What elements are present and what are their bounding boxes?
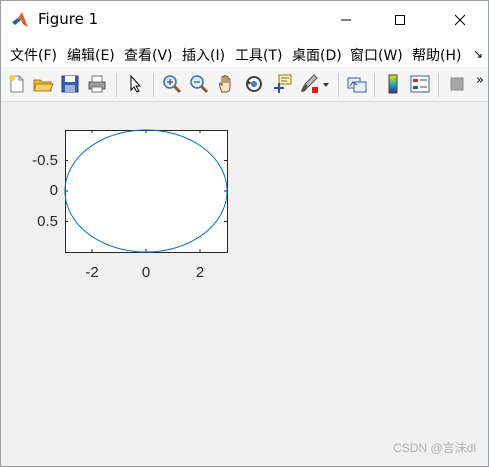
menu-window[interactable]: 窗口(W) (350, 45, 403, 65)
menu-bar: 文件(F) 编辑(E) 查看(V) 插入(I) 工具(T) 桌面(D) 窗口(W… (1, 39, 488, 67)
brush-icon[interactable] (298, 73, 320, 95)
brush-dropdown-icon[interactable] (321, 73, 331, 95)
menu-edit[interactable]: 编辑(E) (67, 45, 115, 65)
toolbar-separator (338, 73, 339, 97)
menu-tools[interactable]: 工具(T) (235, 45, 282, 65)
toolbar-overflow-icon[interactable]: » (476, 73, 484, 88)
toolbar-separator (153, 73, 154, 97)
menu-view[interactable]: 查看(V) (124, 45, 173, 65)
figure-canvas: -2 0 2 -0.5 0 0.5 (1, 102, 488, 466)
maximize-icon (395, 15, 405, 25)
y-tick-label: -0.5 (32, 151, 58, 169)
link-plot-icon[interactable] (346, 73, 368, 95)
figure-window: Figure 1 文件(F) 编辑(E) 查看(V) 插入(I) 工具(T) 桌… (0, 0, 489, 467)
minimize-icon (341, 19, 351, 21)
pan-hand-icon[interactable] (216, 73, 238, 95)
pointer-icon[interactable] (125, 73, 147, 95)
new-figure-icon[interactable] (6, 73, 28, 95)
colorbar-icon[interactable] (382, 73, 404, 95)
legend-icon[interactable] (409, 73, 431, 95)
watermark-text: CSDN @言沫dl (393, 441, 476, 455)
menu-overflow-icon[interactable]: ↘ (473, 47, 483, 61)
toolbar-separator (116, 73, 117, 97)
x-tick-label: -2 (85, 264, 99, 281)
minimize-button[interactable] (323, 1, 369, 39)
title-bar[interactable]: Figure 1 (1, 1, 488, 39)
y-tick-label: 0 (49, 182, 58, 199)
x-tick-label: 2 (195, 264, 205, 281)
menu-insert[interactable]: 插入(I) (182, 45, 225, 65)
print-icon[interactable] (86, 73, 108, 95)
zoom-in-icon[interactable] (161, 73, 183, 95)
zoom-out-icon[interactable] (188, 73, 210, 95)
save-icon[interactable] (59, 73, 81, 95)
y-tick-label: 0.5 (37, 212, 58, 230)
menu-help[interactable]: 帮助(H) (412, 45, 461, 65)
window-title: Figure 1 (38, 10, 99, 28)
open-file-icon[interactable] (32, 73, 54, 95)
matlab-logo-icon (12, 12, 28, 27)
toolbar: » (1, 67, 488, 102)
toolbar-separator (374, 73, 375, 97)
rotate-3d-icon[interactable] (243, 73, 265, 95)
menu-desktop[interactable]: 桌面(D) (292, 45, 342, 65)
close-icon (454, 14, 466, 26)
plot-axes-svg[interactable] (1, 102, 488, 466)
close-button[interactable] (437, 1, 483, 39)
toolbar-separator (438, 73, 439, 97)
maximize-button[interactable] (377, 1, 423, 39)
x-tick-label: 0 (141, 264, 151, 281)
data-cursor-icon[interactable] (271, 73, 293, 95)
hide-plot-tools-icon[interactable] (446, 73, 468, 95)
menu-file[interactable]: 文件(F) (10, 45, 57, 65)
